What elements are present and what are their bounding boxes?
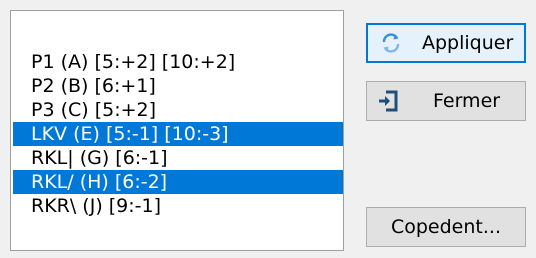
list-item[interactable]: RKR\ (J) [9:-1] [13, 194, 343, 218]
exit-icon [377, 90, 399, 112]
copedent-button-label: Copedent... [390, 216, 501, 238]
close-button[interactable]: Fermer [366, 81, 526, 121]
list-item[interactable]: P1 (A) [5:+2] [10:+2] [13, 50, 343, 74]
apply-button-label: Appliquer [422, 32, 514, 54]
refresh-icon [380, 32, 402, 54]
list-item[interactable]: RKL/ (H) [6:-2] [13, 170, 343, 194]
list-item[interactable]: LKV (E) [5:-1] [10:-3] [13, 122, 343, 146]
list-item[interactable]: P3 (C) [5:+2] [13, 98, 343, 122]
pedal-lever-list: P1 (A) [5:+2] [10:+2] P2 (B) [6:+1] P3 (… [13, 50, 343, 218]
copedent-button[interactable]: Copedent... [366, 207, 526, 247]
apply-button[interactable]: Appliquer [366, 23, 526, 63]
dialog-window: P1 (A) [5:+2] [10:+2] P2 (B) [6:+1] P3 (… [0, 0, 536, 258]
close-button-label: Fermer [433, 90, 501, 112]
list-item[interactable]: RKL| (G) [6:-1] [13, 146, 343, 170]
list-item[interactable]: P2 (B) [6:+1] [13, 74, 343, 98]
pedal-lever-listbox[interactable]: P1 (A) [5:+2] [10:+2] P2 (B) [6:+1] P3 (… [10, 10, 344, 251]
